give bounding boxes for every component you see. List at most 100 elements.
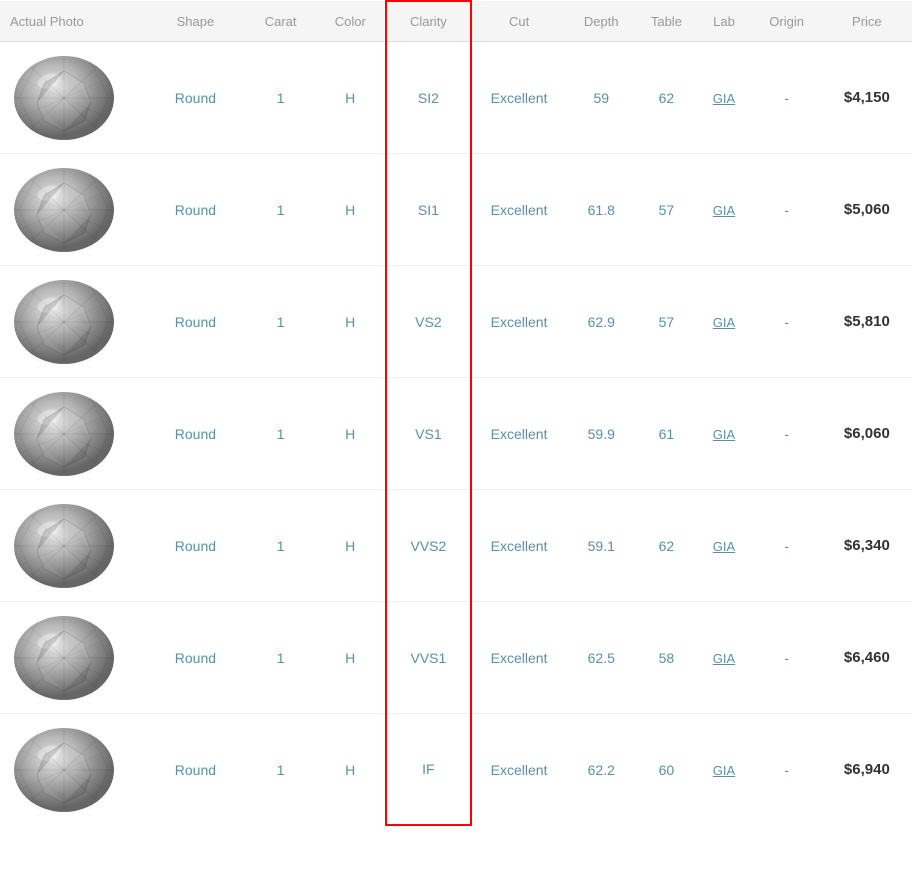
origin-cell: - xyxy=(752,714,822,826)
photo-cell xyxy=(0,714,145,826)
table-header-row: Actual Photo Shape Carat Color Clarity C… xyxy=(0,1,912,42)
table-row: Round 1 H SI1 Excellent 61.8 57 GIA - $5… xyxy=(0,154,912,266)
photo-cell xyxy=(0,154,145,266)
header-shape: Shape xyxy=(145,1,245,42)
carat-cell: 1 xyxy=(246,42,316,154)
lab-link[interactable]: GIA xyxy=(713,427,735,442)
lab-link[interactable]: GIA xyxy=(713,315,735,330)
lab-cell[interactable]: GIA xyxy=(696,42,751,154)
depth-cell: 62.9 xyxy=(566,266,636,378)
table-cell: 62 xyxy=(636,490,696,602)
header-color: Color xyxy=(316,1,386,42)
lab-link[interactable]: GIA xyxy=(713,539,735,554)
origin-cell: - xyxy=(752,154,822,266)
cut-cell: Excellent xyxy=(471,490,566,602)
lab-cell[interactable]: GIA xyxy=(696,602,751,714)
photo-cell xyxy=(0,42,145,154)
color-cell: H xyxy=(316,266,386,378)
carat-cell: 1 xyxy=(246,602,316,714)
shape-cell: Round xyxy=(145,490,245,602)
lab-link[interactable]: GIA xyxy=(713,763,735,778)
price-cell: $5,060 xyxy=(822,154,912,266)
diamond-image xyxy=(6,610,121,705)
header-lab: Lab xyxy=(696,1,751,42)
shape-cell: Round xyxy=(145,714,245,826)
clarity-cell: SI2 xyxy=(386,42,471,154)
origin-cell: - xyxy=(752,490,822,602)
carat-cell: 1 xyxy=(246,154,316,266)
origin-cell: - xyxy=(752,602,822,714)
clarity-cell: VS2 xyxy=(386,266,471,378)
lab-cell[interactable]: GIA xyxy=(696,266,751,378)
table-row: Round 1 H VS1 Excellent 59.9 61 GIA - $6… xyxy=(0,378,912,490)
lab-link[interactable]: GIA xyxy=(713,203,735,218)
clarity-cell: IF xyxy=(386,714,471,826)
color-cell: H xyxy=(316,602,386,714)
cut-cell: Excellent xyxy=(471,154,566,266)
depth-cell: 59.9 xyxy=(566,378,636,490)
price-cell: $6,460 xyxy=(822,602,912,714)
photo-cell xyxy=(0,378,145,490)
lab-cell[interactable]: GIA xyxy=(696,490,751,602)
lab-cell[interactable]: GIA xyxy=(696,714,751,826)
table-row: Round 1 H SI2 Excellent 59 62 GIA - $4,1… xyxy=(0,42,912,154)
clarity-cell: SI1 xyxy=(386,154,471,266)
table-cell: 58 xyxy=(636,602,696,714)
diamond-image xyxy=(6,162,121,257)
carat-cell: 1 xyxy=(246,266,316,378)
depth-cell: 62.5 xyxy=(566,602,636,714)
origin-cell: - xyxy=(752,266,822,378)
table-row: Round 1 H VVS2 Excellent 59.1 62 GIA - $… xyxy=(0,490,912,602)
header-depth: Depth xyxy=(566,1,636,42)
cut-cell: Excellent xyxy=(471,266,566,378)
price-cell: $6,940 xyxy=(822,714,912,826)
diamond-image xyxy=(6,386,121,481)
carat-cell: 1 xyxy=(246,714,316,826)
header-price: Price xyxy=(822,1,912,42)
color-cell: H xyxy=(316,154,386,266)
depth-cell: 59 xyxy=(566,42,636,154)
table-cell: 60 xyxy=(636,714,696,826)
table-row: Round 1 H IF Excellent 62.2 60 GIA - $6,… xyxy=(0,714,912,826)
header-carat: Carat xyxy=(246,1,316,42)
header-clarity: Clarity xyxy=(386,1,471,42)
photo-cell xyxy=(0,602,145,714)
origin-cell: - xyxy=(752,42,822,154)
color-cell: H xyxy=(316,490,386,602)
table-row: Round 1 H VVS1 Excellent 62.5 58 GIA - $… xyxy=(0,602,912,714)
lab-cell[interactable]: GIA xyxy=(696,378,751,490)
shape-cell: Round xyxy=(145,602,245,714)
color-cell: H xyxy=(316,378,386,490)
header-cut: Cut xyxy=(471,1,566,42)
table-row: Round 1 H VS2 Excellent 62.9 57 GIA - $5… xyxy=(0,266,912,378)
cut-cell: Excellent xyxy=(471,378,566,490)
shape-cell: Round xyxy=(145,154,245,266)
header-actual-photo: Actual Photo xyxy=(0,1,145,42)
lab-link[interactable]: GIA xyxy=(713,91,735,106)
depth-cell: 59.1 xyxy=(566,490,636,602)
table-cell: 57 xyxy=(636,154,696,266)
clarity-cell: VVS2 xyxy=(386,490,471,602)
photo-cell xyxy=(0,266,145,378)
price-cell: $5,810 xyxy=(822,266,912,378)
clarity-cell: VS1 xyxy=(386,378,471,490)
diamond-image xyxy=(6,274,121,369)
lab-cell[interactable]: GIA xyxy=(696,154,751,266)
price-cell: $6,340 xyxy=(822,490,912,602)
depth-cell: 61.8 xyxy=(566,154,636,266)
cut-cell: Excellent xyxy=(471,714,566,826)
diamond-image xyxy=(6,722,121,817)
carat-cell: 1 xyxy=(246,378,316,490)
origin-cell: - xyxy=(752,378,822,490)
lab-link[interactable]: GIA xyxy=(713,651,735,666)
table-cell: 61 xyxy=(636,378,696,490)
cut-cell: Excellent xyxy=(471,602,566,714)
photo-cell xyxy=(0,490,145,602)
diamond-image xyxy=(6,498,121,593)
diamond-image xyxy=(6,50,121,145)
carat-cell: 1 xyxy=(246,490,316,602)
shape-cell: Round xyxy=(145,266,245,378)
shape-cell: Round xyxy=(145,42,245,154)
diamond-table: Actual Photo Shape Carat Color Clarity C… xyxy=(0,0,912,826)
cut-cell: Excellent xyxy=(471,42,566,154)
